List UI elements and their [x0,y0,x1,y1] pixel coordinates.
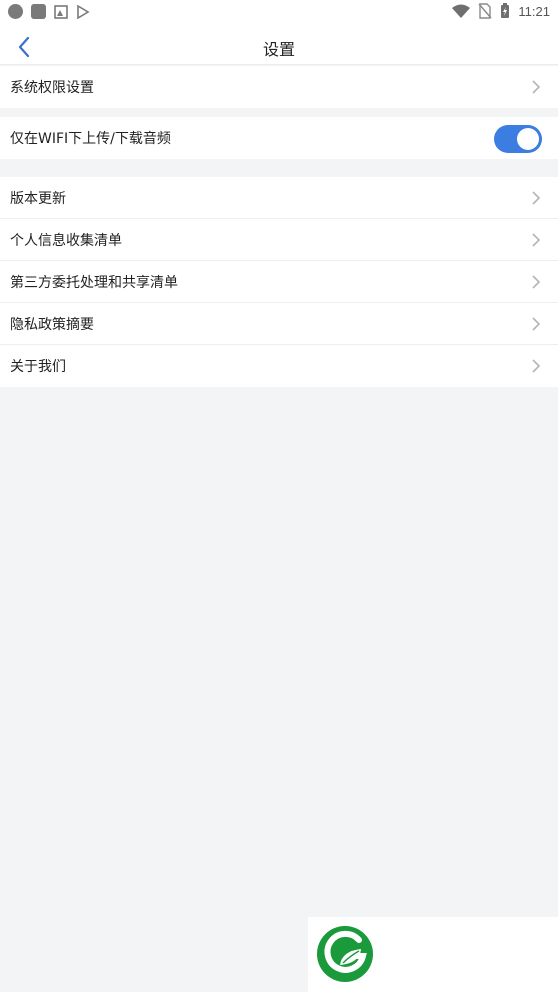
row-system-permissions[interactable]: 系统权限设置 [0,66,558,108]
photo-notification-icon [54,4,68,19]
row-privacy-summary[interactable]: 隐私政策摘要 [0,303,558,345]
chevron-right-icon [532,317,541,331]
square-notification-icon [31,4,46,19]
status-bar-left [8,4,90,19]
no-sim-icon [478,3,492,19]
toggle-knob [517,128,539,150]
status-bar: 11:21 [0,0,558,24]
page-title: 设置 [262,40,295,59]
chevron-right-icon [532,275,541,289]
settings-group-about: 版本更新 个人信息收集清单 第三方委托处理和共享清单 隐私政策摘要 关于我们 [0,177,558,387]
chevron-right-icon [532,80,541,94]
row-label: 仅在WIFI下上传/下载音频 [10,131,171,147]
row-label: 版本更新 [10,190,66,207]
circle-notification-icon [8,4,23,19]
chevron-right-icon [532,359,541,373]
wifi-only-toggle[interactable] [494,125,542,153]
status-time: 11:21 [518,3,550,19]
leaf-logo-icon [317,926,373,982]
row-about-us[interactable]: 关于我们 [0,345,558,387]
row-label: 第三方委托处理和共享清单 [10,274,178,291]
row-label: 关于我们 [10,359,66,375]
chevron-right-icon [532,233,541,247]
settings-group-network: 仅在WIFI下上传/下载音频 [0,117,558,159]
battery-charging-icon [501,3,510,18]
row-label: 系统权限设置 [10,80,94,96]
app-logo-panel [308,917,558,992]
row-version-update[interactable]: 版本更新 [0,177,558,219]
row-label: 个人信息收集清单 [10,232,122,249]
settings-group-permissions: 系统权限设置 [0,66,558,108]
status-bar-right: 11:21 [452,3,550,19]
play-store-icon [77,4,90,19]
app-header: 设置 [0,24,558,65]
row-third-party-sharing-list[interactable]: 第三方委托处理和共享清单 [0,261,558,303]
row-label: 隐私政策摘要 [10,316,94,333]
row-personal-info-list[interactable]: 个人信息收集清单 [0,219,558,261]
row-wifi-only-audio: 仅在WIFI下上传/下载音频 [0,117,558,159]
wifi-icon [452,4,471,18]
chevron-right-icon [532,191,541,205]
